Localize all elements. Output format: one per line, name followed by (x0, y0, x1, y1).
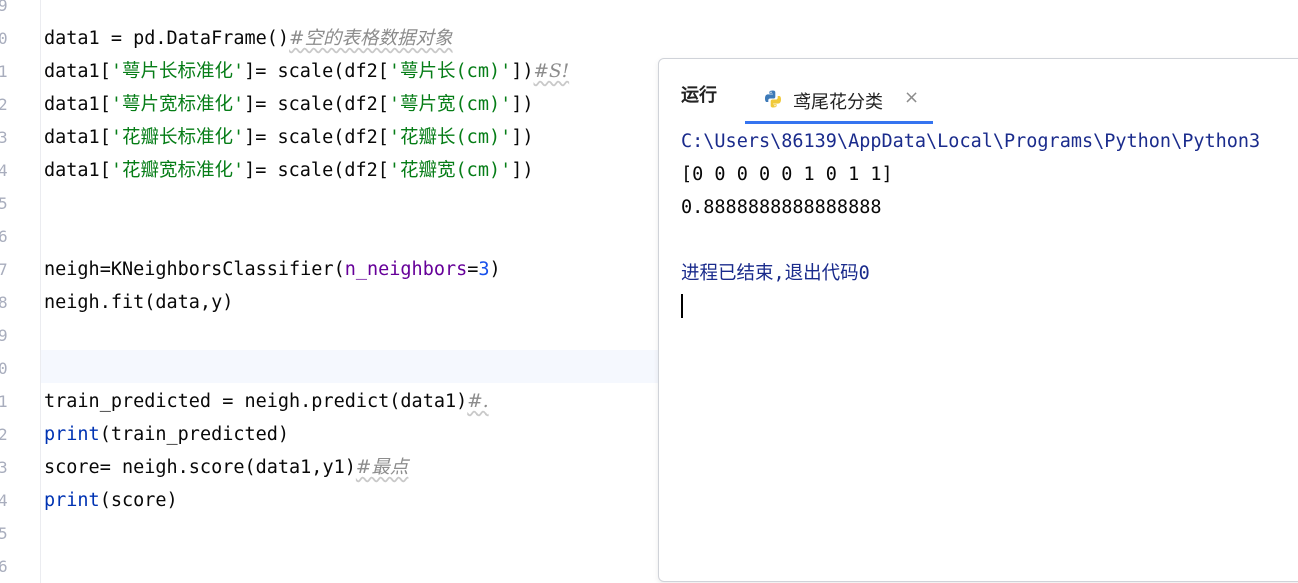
code-text: ]) (511, 160, 534, 181)
code-text: ]= scale(df2[ (244, 94, 389, 115)
code-text: neigh=KNeighborsClassifier( (44, 259, 345, 280)
code-comment: #. (467, 391, 489, 412)
line-number: 4 (0, 491, 8, 510)
code-text: neigh.fit(data,y) (44, 292, 234, 313)
code-number: 3 (478, 259, 490, 280)
code-text: data1[ (44, 160, 111, 181)
code-builtin: print (44, 490, 100, 511)
text-caret (681, 294, 683, 318)
code-text: score= neigh.score(data1,y1) (44, 457, 356, 478)
code-text: ]= scale(df2[ (244, 61, 389, 82)
line-number: 0 (0, 29, 8, 48)
code-string: '花瓣宽(cm)' (388, 160, 512, 181)
code-line[interactable]: score= neigh.score(data1,y1)#最点 (44, 451, 408, 484)
code-text: (score) (99, 490, 178, 511)
line-number-gutter: 9 0 1 2 3 4 5 6 7 8 9 0 1 2 3 4 5 6 (0, 0, 41, 583)
run-tool-window[interactable]: 运行 鸢尾花分类 × C:\Users\86139\AppData\Local\… (658, 58, 1298, 582)
code-comment: #空的表格数据对象 (289, 28, 453, 49)
code-parameter: n_neighbors (344, 259, 468, 280)
code-string: '花瓣宽标准化' (110, 160, 245, 181)
code-line[interactable]: print(score) (44, 484, 178, 517)
code-comment: #最点 (355, 457, 409, 478)
code-comment: #S! (533, 61, 570, 82)
line-number: 1 (0, 392, 8, 411)
line-number: 3 (0, 458, 8, 477)
console-output[interactable]: C:\Users\86139\AppData\Local\Programs\Py… (681, 125, 1298, 318)
code-line[interactable]: data1['花瓣长标准化']= scale(df2['花瓣长(cm)']) (44, 121, 534, 154)
line-number: 4 (0, 161, 8, 180)
code-text: train_predicted = neigh.predict(data1) (44, 391, 468, 412)
code-line[interactable]: neigh=KNeighborsClassifier(n_neighbors=3… (44, 253, 501, 286)
code-text: ]) (511, 127, 534, 148)
run-panel-title: 运行 (681, 85, 717, 105)
console-line-exit-message: 进程已结束,退出代码0 (681, 263, 870, 284)
code-line[interactable]: neigh.fit(data,y) (44, 286, 233, 319)
code-string: '萼片长(cm)' (388, 61, 512, 82)
line-number: 2 (0, 95, 8, 114)
code-text: ]= scale(df2[ (244, 127, 389, 148)
code-text: ]= scale(df2[ (244, 160, 389, 181)
line-number: 2 (0, 425, 8, 444)
python-icon (765, 90, 781, 108)
line-number: 6 (0, 557, 8, 576)
line-number: 5 (0, 524, 8, 543)
line-number: 1 (0, 62, 8, 81)
line-number: 5 (0, 194, 8, 213)
tab-label: 鸢尾花分类 (793, 92, 883, 112)
code-builtin: print (44, 424, 100, 445)
code-line[interactable]: train_predicted = neigh.predict(data1)#. (44, 385, 489, 418)
line-number: 3 (0, 128, 8, 147)
code-line[interactable]: data1['萼片宽标准化']= scale(df2['萼片宽(cm)']) (44, 88, 534, 121)
line-number: 9 (0, 326, 8, 345)
code-text: ]) (511, 94, 534, 115)
code-string: '花瓣长(cm)' (388, 127, 512, 148)
code-text: ]) (511, 61, 534, 82)
code-text: ) (489, 259, 501, 280)
code-line[interactable]: data1 = pd.DataFrame()#空的表格数据对象 (44, 22, 453, 55)
code-string: '萼片宽标准化' (110, 94, 245, 115)
line-number: 9 (0, 0, 8, 15)
line-number: 7 (0, 260, 8, 279)
code-string: '萼片宽(cm)' (388, 94, 512, 115)
code-text: = (467, 259, 479, 280)
code-text: (train_predicted) (99, 424, 290, 445)
close-icon[interactable]: × (904, 87, 919, 108)
code-string: '花瓣长标准化' (110, 127, 245, 148)
console-line-score: 0.8888888888888888 (681, 197, 882, 218)
code-line[interactable]: data1['花瓣宽标准化']= scale(df2['花瓣宽(cm)']) (44, 154, 534, 187)
code-text: data1[ (44, 94, 111, 115)
code-text: data1[ (44, 61, 111, 82)
line-number: 8 (0, 293, 8, 312)
code-text: data1[ (44, 127, 111, 148)
code-text: data1 = pd.DataFrame() (44, 28, 290, 49)
run-panel-header: 运行 鸢尾花分类 × (659, 59, 1298, 125)
line-number: 6 (0, 227, 8, 246)
console-line-predictions: [0 0 0 0 0 1 0 1 1] (681, 164, 893, 185)
current-line-highlight (41, 350, 661, 383)
code-line[interactable]: data1['萼片长标准化']= scale(df2['萼片长(cm)'])#S… (44, 55, 569, 88)
line-number: 0 (0, 359, 8, 378)
code-line[interactable]: print(train_predicted) (44, 418, 289, 451)
tab-active-indicator (745, 121, 933, 124)
console-line-interpreter-path: C:\Users\86139\AppData\Local\Programs\Py… (681, 131, 1261, 152)
code-string: '萼片长标准化' (110, 61, 245, 82)
tab-run-configuration[interactable]: 鸢尾花分类 × (745, 67, 933, 125)
